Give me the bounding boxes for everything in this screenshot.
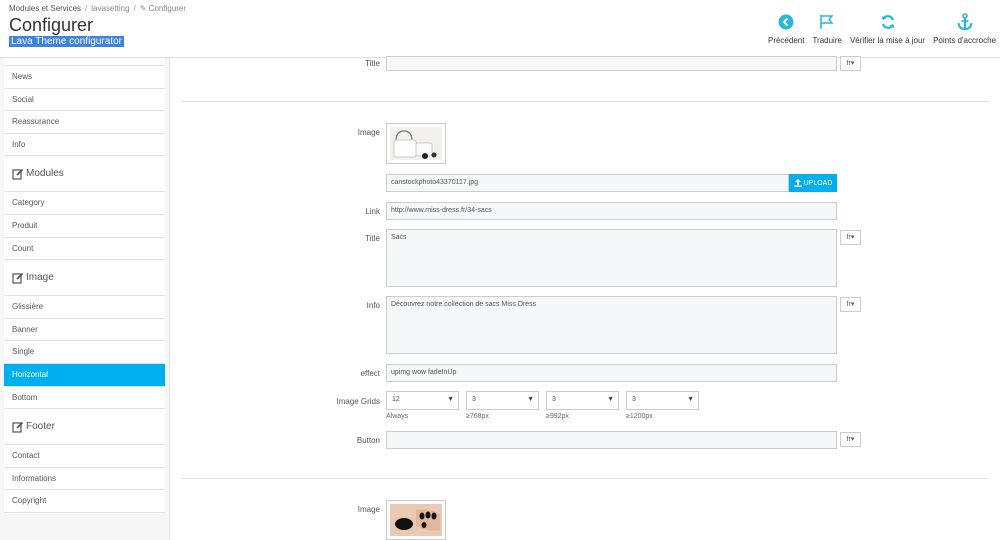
back-button[interactable]: Précédent xyxy=(764,12,808,45)
language-dropdown[interactable]: fr▾ xyxy=(840,297,861,312)
edit-icon xyxy=(12,272,24,284)
field-label: Image Grids xyxy=(336,397,380,406)
sidebar-item-info[interactable]: Info xyxy=(4,133,165,157)
section-divider xyxy=(181,101,989,102)
sidebar-menu: News Social Reassurance Info Modules Cat… xyxy=(4,58,165,513)
sidebar-group-footer: Footer xyxy=(4,409,165,446)
section-divider xyxy=(181,478,989,479)
file-name-input[interactable]: canstockphoto43370117.jpg xyxy=(386,174,789,192)
flag-icon xyxy=(819,12,835,32)
edit-icon xyxy=(12,168,24,180)
field-label: Button xyxy=(356,436,380,445)
edit-icon xyxy=(12,421,24,433)
sidebar-item-partial[interactable] xyxy=(4,58,165,66)
page-header: Modules et Services / lavasetting / ✎ Config… xyxy=(0,0,1000,58)
sidebar-item-single[interactable]: Single xyxy=(4,341,165,364)
wrench-icon: ✎ xyxy=(139,4,147,13)
main-content: Title fr▾ Image canstockphoto43370117.jp… xyxy=(171,56,1000,540)
language-dropdown[interactable]: fr▾ xyxy=(840,230,861,245)
link-input[interactable]: http://www.miss-dress.fr/34-sacs xyxy=(386,202,837,220)
sidebar-item-count[interactable]: Count xyxy=(4,237,165,261)
breadcrumb: Modules et Services / lavasetting / ✎ Config… xyxy=(9,4,187,13)
breadcrumb-item[interactable]: lavasetting xyxy=(91,4,129,13)
sidebar-group-modules: Modules xyxy=(4,156,165,193)
sidebar-group-image: Image xyxy=(4,260,165,297)
grid-hint: ≥1200px xyxy=(626,413,653,420)
toolbar: Précédent Traduire Vérifier la mise à jo… xyxy=(764,12,1000,45)
sidebar-item-horizontal[interactable]: Horizontal xyxy=(4,363,165,387)
field-label: effect xyxy=(360,369,380,378)
language-dropdown[interactable]: fr▾ xyxy=(840,432,861,447)
sidebar-item-bottom[interactable]: Bottom xyxy=(4,386,165,410)
nail-polish-photo xyxy=(390,504,442,536)
field-label: Link xyxy=(365,207,380,216)
hooks-button[interactable]: Points d'accroche xyxy=(929,12,1000,45)
caret-down-icon: ▼ xyxy=(607,396,614,403)
sidebar-item-news[interactable]: News xyxy=(4,66,165,89)
image-thumbnail xyxy=(386,500,446,540)
translate-button[interactable]: Traduire xyxy=(808,12,846,45)
handbag-photo xyxy=(390,127,442,160)
page-subtitle: Lava Theme configurator xyxy=(9,36,124,47)
sidebar-item-informations[interactable]: Informations xyxy=(4,467,165,491)
breadcrumb-current: ✎ Configurer xyxy=(139,4,187,13)
grid-select-1200[interactable]: 3 ▼ xyxy=(626,391,699,410)
grid-select-992[interactable]: 3 ▼ xyxy=(546,391,619,410)
caret-down-icon: ▼ xyxy=(687,396,694,403)
upload-button[interactable]: UPLOAD xyxy=(789,174,837,192)
title-input-top[interactable] xyxy=(386,56,837,71)
sidebar-item-banner[interactable]: Banner xyxy=(4,318,165,342)
field-label: Title xyxy=(365,234,380,243)
caret-down-icon: ▼ xyxy=(447,396,454,403)
sidebar-item-glissiere[interactable]: Glissière xyxy=(4,296,165,319)
caret-down-icon: ▼ xyxy=(527,396,534,403)
grid-select-768[interactable]: 3 ▼ xyxy=(466,391,539,410)
button-input[interactable] xyxy=(386,431,837,449)
field-label: Image xyxy=(357,128,380,137)
grid-hint: ≥768px xyxy=(466,413,489,420)
grid-hint: ≥992px xyxy=(546,413,569,420)
sidebar-item-reassurance[interactable]: Reassurance xyxy=(4,111,165,134)
check-update-button[interactable]: Vérifier la mise à jour xyxy=(846,12,929,45)
sidebar-item-contact[interactable]: Contact xyxy=(4,445,165,468)
grid-select-always[interactable]: 12 ▼ xyxy=(386,391,459,410)
grid-hint: Always xyxy=(386,413,409,420)
anchor-icon xyxy=(956,12,974,32)
sidebar-item-category[interactable]: Category xyxy=(4,192,165,215)
effect-input[interactable]: upimg wow fadeInUp xyxy=(386,364,837,382)
image-thumbnail xyxy=(386,123,446,164)
info-textarea[interactable]: Découvrez notre collection de sacs Miss … xyxy=(386,296,837,354)
title-textarea[interactable]: Sacs xyxy=(386,229,837,287)
back-circle-icon xyxy=(778,12,794,32)
refresh-icon xyxy=(880,12,896,32)
upload-icon xyxy=(793,179,802,187)
sidebar-item-social[interactable]: Social xyxy=(4,88,165,112)
field-label: Image xyxy=(357,505,380,514)
field-label: Info xyxy=(366,301,380,310)
sidebar-item-copyright[interactable]: Copyright xyxy=(4,490,165,513)
sidebar-item-produit[interactable]: Produit xyxy=(4,214,165,238)
field-label: Title xyxy=(365,59,380,68)
page-title: Configurer xyxy=(9,15,94,35)
sidebar: News Social Reassurance Info Modules Cat… xyxy=(0,58,170,540)
language-dropdown[interactable]: fr▾ xyxy=(840,56,861,71)
breadcrumb-item[interactable]: Modules et Services xyxy=(9,4,81,13)
